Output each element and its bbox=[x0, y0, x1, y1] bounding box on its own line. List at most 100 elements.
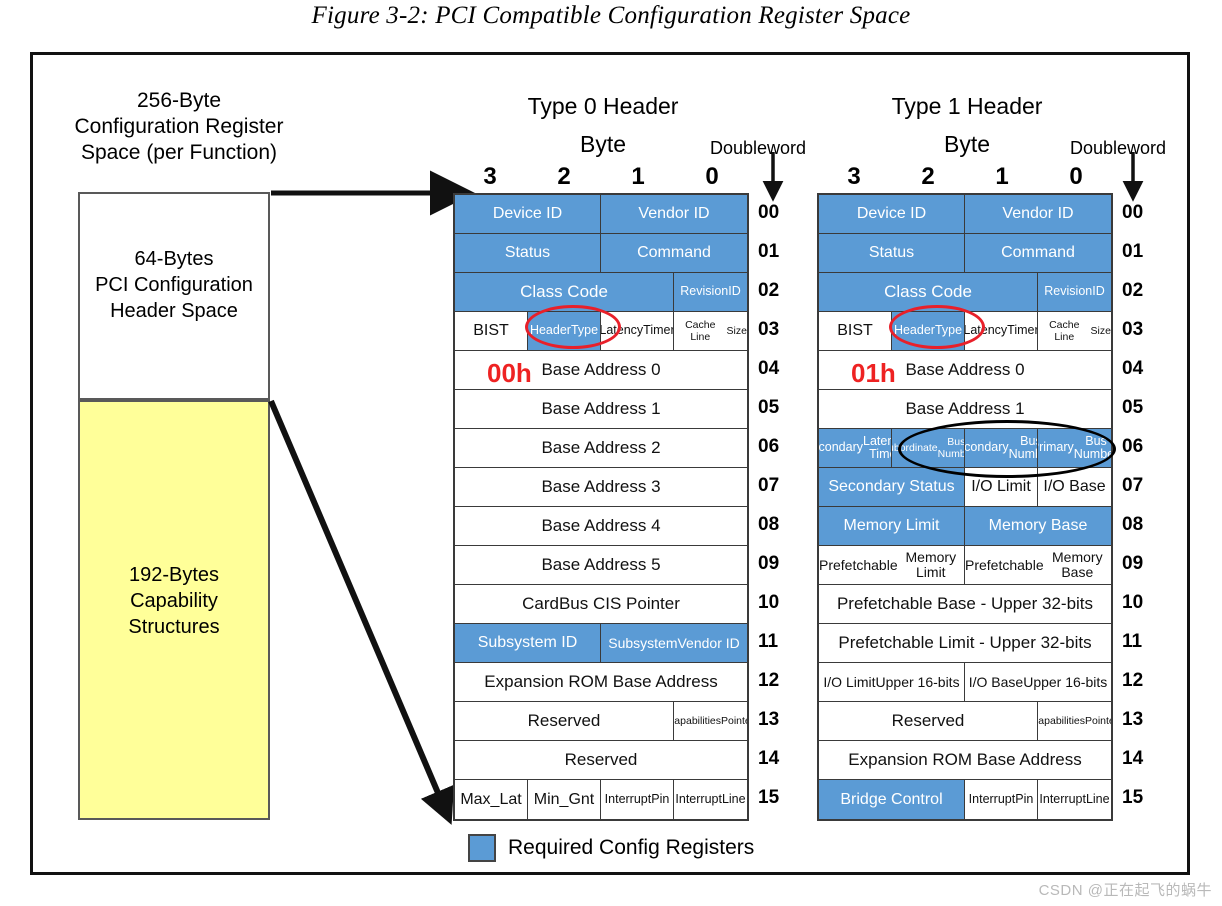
register-row: Expansion ROM Base Address bbox=[819, 741, 1111, 780]
figure-title: Figure 3-2: PCI Compatible Configuration… bbox=[311, 2, 911, 29]
memory-block-capability-label: 192-Bytes Capability Structures bbox=[80, 562, 268, 640]
register-cell: Subsystem ID bbox=[455, 624, 601, 662]
register-cell-line: Secondary bbox=[965, 440, 1009, 455]
doubleword-number: 01 bbox=[758, 241, 780, 262]
register-cell-line: Revision bbox=[680, 284, 729, 299]
doubleword-number: 12 bbox=[1122, 670, 1144, 691]
register-cell-line: Interrupt bbox=[968, 791, 1016, 806]
register-cell: Reserved bbox=[455, 702, 674, 740]
register-cell: CardBus CIS Pointer bbox=[455, 585, 747, 623]
register-row: Base Address 1 bbox=[819, 390, 1111, 429]
register-cell: I/O Limit Upper 16-bits bbox=[819, 663, 965, 701]
doubleword-number: 14 bbox=[758, 748, 780, 769]
doubleword-number: 10 bbox=[1122, 592, 1144, 613]
register-row: Base Address 1 bbox=[455, 390, 747, 429]
register-row: Device ID Vendor ID bbox=[819, 195, 1111, 234]
register-row: Expansion ROM Base Address bbox=[455, 663, 747, 702]
register-row: Base Address 3 bbox=[455, 468, 747, 507]
header-space-line-2: PCI Configuration bbox=[95, 274, 253, 296]
doubleword-number: 04 bbox=[758, 358, 780, 379]
type0-register-table: Device ID Vendor ID Status Command Class Cod… bbox=[453, 193, 749, 821]
register-row: Prefetchable Memory Limit Prefetchable Memo… bbox=[819, 546, 1111, 585]
register-row: SecondaryLatency TimerSubordinateBus Num… bbox=[819, 429, 1111, 468]
doubleword-number: 10 bbox=[758, 592, 780, 613]
register-cell-line: Interrupt bbox=[675, 791, 722, 806]
legend-swatch-required bbox=[468, 834, 496, 862]
register-cell-line: Header bbox=[529, 323, 571, 338]
register-cell-line: Command bbox=[637, 244, 711, 261]
register-row: Class Code Revision ID bbox=[455, 273, 747, 312]
register-cell-line: Size bbox=[726, 325, 747, 337]
register-cell-line: Timer bbox=[643, 323, 674, 338]
register-cell-line: Prefetchable bbox=[819, 556, 898, 573]
register-cell-line: Pin bbox=[1015, 791, 1034, 806]
register-cell: Max_Lat bbox=[455, 780, 528, 819]
register-cell-line: Upper 16-bits bbox=[1023, 673, 1108, 690]
doubleword-number: 12 bbox=[758, 670, 780, 691]
register-cell-line: Prefetchable Limit - Upper 32-bits bbox=[838, 633, 1092, 652]
register-row: Bridge Control Interrupt Pin Interrupt Line bbox=[819, 780, 1111, 819]
register-cell: Prefetchable Base - Upper 32-bits bbox=[819, 585, 1111, 623]
header-space-line-1: 64-Bytes bbox=[134, 248, 214, 270]
register-cell-line: Base Address 4 bbox=[541, 516, 661, 535]
register-cell-line: Pointer bbox=[721, 715, 747, 727]
watermark: CSDN @正在起飞的蜗牛 bbox=[1038, 882, 1212, 899]
doubleword-number: 02 bbox=[758, 280, 780, 301]
register-cell-line: Status bbox=[504, 244, 551, 261]
register-row: Prefetchable Base - Upper 32-bits bbox=[819, 585, 1111, 624]
register-cell: Command bbox=[601, 234, 747, 272]
caption-line-2: Configuration Register bbox=[74, 115, 284, 138]
register-cell-line: Base Address 1 bbox=[541, 399, 661, 418]
register-cell: Device ID bbox=[455, 195, 601, 233]
register-cell-line: Max_Lat bbox=[460, 790, 522, 808]
register-cell-line: Base Address 2 bbox=[541, 438, 661, 457]
doubleword-number: 06 bbox=[758, 436, 780, 457]
register-cell: Min_Gnt bbox=[528, 780, 601, 819]
register-cell-line: Command bbox=[1001, 244, 1075, 261]
register-cell-line: Vendor ID bbox=[677, 634, 740, 651]
type0-byte-col-1: 1 bbox=[631, 163, 645, 190]
register-row: Base Address 5 bbox=[455, 546, 747, 585]
register-cell: Header Type bbox=[892, 312, 965, 350]
register-cell-line: Vendor ID bbox=[1002, 205, 1074, 222]
register-cell-line: Status bbox=[868, 244, 915, 261]
register-cell: CapabilitiesPointer bbox=[674, 702, 747, 740]
register-cell: Base Address 1 bbox=[455, 390, 747, 428]
register-cell: Base Address 3 bbox=[455, 468, 747, 506]
register-cell-line: Latency bbox=[965, 323, 1008, 338]
register-cell-line: Base Address 1 bbox=[905, 399, 1025, 418]
register-cell-line: Class Code bbox=[884, 282, 972, 301]
register-cell: Interrupt Pin bbox=[965, 780, 1038, 819]
register-cell: I/O Base bbox=[1038, 468, 1111, 506]
register-cell-line: Base Address 0 bbox=[541, 360, 661, 379]
register-row: I/O Limit Upper 16-bits I/O Base Upper 16-b… bbox=[819, 663, 1111, 702]
register-cell: Header Type bbox=[528, 312, 601, 350]
register-cell-line: Memory Limit bbox=[905, 549, 957, 580]
register-cell: Latency Timer bbox=[965, 312, 1038, 350]
doubleword-number: 03 bbox=[758, 319, 780, 340]
register-cell: BIST bbox=[819, 312, 892, 350]
type0-doubleword-numbers: 00 01 02 03 04 05 06 07 08 09 10 11 12 13 14 15 bbox=[758, 193, 798, 817]
type0-doubleword-label: Doubleword bbox=[710, 138, 807, 158]
doubleword-number: 09 bbox=[1122, 553, 1144, 574]
register-cell: Class Code bbox=[819, 273, 1038, 311]
caption-line-3: Space (per Function) bbox=[80, 141, 278, 164]
register-cell-line: Reserved bbox=[564, 750, 638, 769]
capability-line-2: Capability bbox=[130, 590, 218, 612]
register-row: Memory Limit Memory Base bbox=[819, 507, 1111, 546]
register-cell: Revision ID bbox=[674, 273, 747, 311]
type0-byte-col-2: 2 bbox=[557, 163, 571, 190]
register-cell-line: Secondary bbox=[819, 440, 863, 455]
register-cell: Base Address 4 bbox=[455, 507, 747, 545]
register-cell-line: BIST bbox=[837, 322, 873, 339]
register-cell-line: Class Code bbox=[520, 282, 608, 301]
register-cell-line: Device ID bbox=[856, 205, 927, 222]
doubleword-number: 03 bbox=[1122, 319, 1144, 340]
register-cell-line: Bus Number bbox=[937, 436, 965, 460]
register-cell-line: Header bbox=[893, 323, 935, 338]
type0-hex-marker: 00h bbox=[487, 358, 532, 388]
register-cell: Interrupt Line bbox=[674, 780, 747, 819]
register-cell: Reserved bbox=[819, 702, 1038, 740]
doubleword-number: 07 bbox=[1122, 475, 1144, 496]
register-cell-line: Vendor ID bbox=[638, 205, 710, 222]
